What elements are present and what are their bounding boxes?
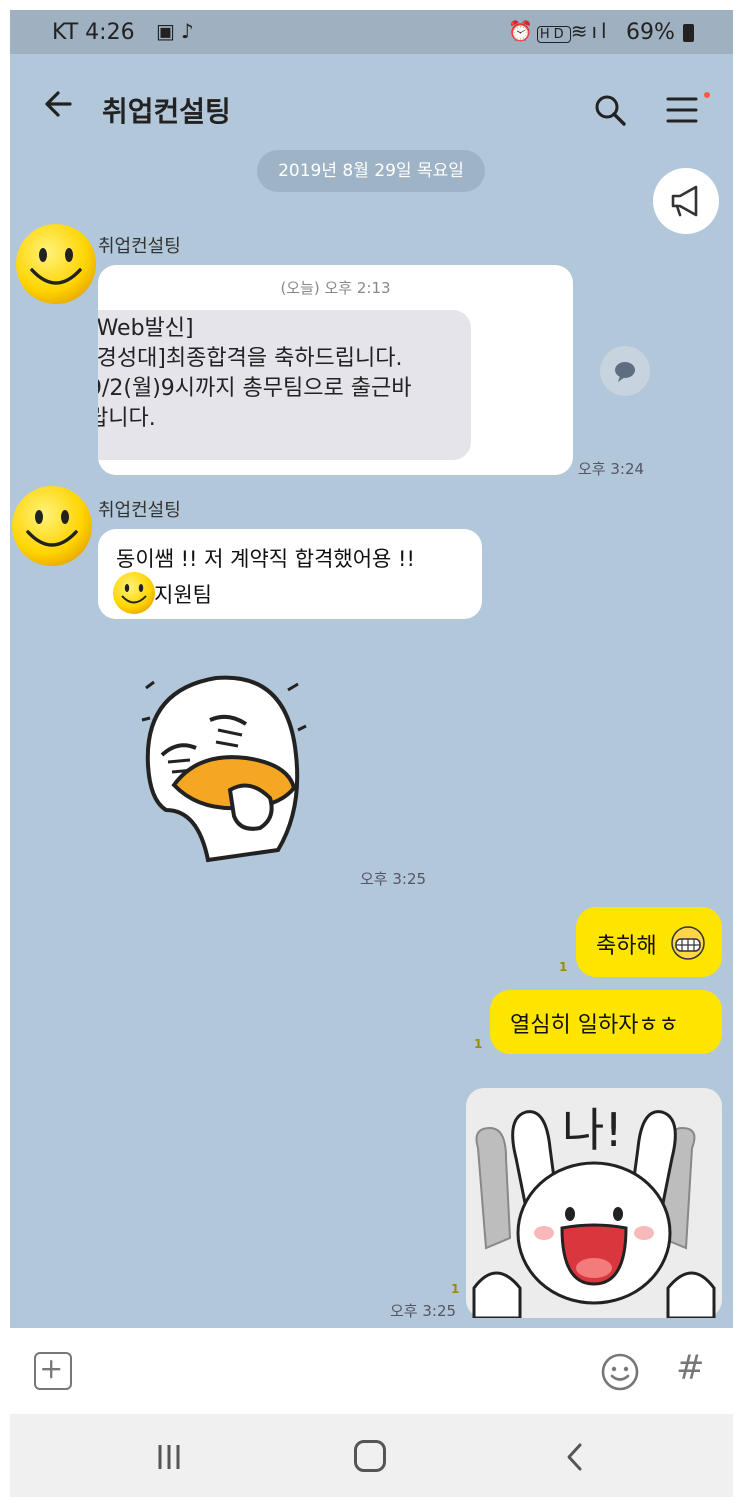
- status-bar: KT 4:26 ▣♪ ⏰ HD ≋ıl 69%: [10, 10, 733, 54]
- hashtag-button[interactable]: #: [676, 1348, 705, 1388]
- search-icon[interactable]: [592, 92, 628, 128]
- sender-avatar[interactable]: [14, 222, 98, 306]
- hamburger-menu-icon[interactable]: [664, 92, 700, 128]
- app-screen: KT 4:26 ▣♪ ⏰ HD ≋ıl 69% 취업컨설팅 2019년 8월 29일…: [10, 10, 733, 1497]
- system-navigation-bar: [10, 1414, 733, 1497]
- message-text: 동이쌤 !! 저 계약직 합격했어용 !!: [116, 547, 415, 571]
- menu-notification-dot: [704, 92, 710, 98]
- hd-icon: HD: [536, 26, 571, 43]
- status-time: KT 4:26: [52, 20, 135, 45]
- wifi-icon: ≋: [570, 19, 592, 43]
- my-message-bubble[interactable]: 열심히 일하자ㅎㅎ: [490, 990, 722, 1054]
- message-input-bar: #: [10, 1328, 733, 1414]
- alarm-icon: ⏰: [508, 19, 537, 43]
- sender-name: 취업컨설팅: [98, 500, 181, 521]
- date-divider: 2019년 8월 29일 목요일: [257, 150, 485, 192]
- text-message-bubble[interactable]: 동이쌤 !! 저 계약직 합격했어용 !! 지원팀: [98, 529, 482, 619]
- cheering-character-sticker[interactable]: 나!: [466, 1088, 722, 1318]
- crying-character-sticker[interactable]: [138, 660, 308, 865]
- tiktok-icon: ♪: [180, 19, 200, 43]
- gallery-icon: ▣: [156, 19, 181, 43]
- sender-avatar[interactable]: [10, 484, 94, 568]
- sms-line: 랍니다.: [98, 406, 156, 431]
- arrow-left-icon[interactable]: [40, 84, 80, 124]
- sms-line: [Web발신]: [98, 316, 194, 341]
- comment-button[interactable]: [600, 346, 650, 396]
- battery-percent: 69%: [626, 20, 675, 45]
- smiley-emoji-icon: [113, 572, 155, 614]
- message-text: 지원팀: [154, 583, 212, 607]
- sms-line: [경성대]최종합격을 축하드립니다.: [98, 346, 403, 371]
- chat-title: 취업컨설팅: [102, 95, 231, 128]
- notification-icons: ▣♪: [156, 19, 200, 43]
- message-text: 축하해: [596, 934, 657, 959]
- sticker-text: 나!: [562, 1103, 623, 1157]
- back-icon[interactable]: [560, 1440, 590, 1474]
- plus-icon[interactable]: [34, 1352, 72, 1390]
- unread-count: 1: [451, 1282, 460, 1296]
- message-text: 열심히 일하자ㅎㅎ: [510, 1013, 679, 1038]
- sms-timestamp: (오늘) 오후 2:13: [280, 279, 391, 297]
- plus-glyph: [41, 1359, 61, 1379]
- sms-content: [Web발신] [경성대]최종합격을 축하드립니다. 9/2(월)9시까지 총무…: [98, 310, 471, 460]
- forwarded-sms-bubble[interactable]: (오늘) 오후 2:13 [Web발신] [경성대]최종합격을 축하드립니다. …: [98, 265, 573, 475]
- emoji-icon[interactable]: [600, 1352, 640, 1392]
- message-time: 오후 3:25: [360, 870, 427, 888]
- sender-name: 취업컨설팅: [98, 236, 181, 257]
- system-icons: ⏰ HD ≋ıl: [508, 19, 611, 43]
- chat-header: 취업컨설팅: [10, 54, 733, 154]
- message-time: 오후 3:24: [578, 460, 645, 478]
- message-time: 오후 3:25: [390, 1302, 457, 1320]
- announcement-button[interactable]: [653, 168, 719, 234]
- battery-icon: [683, 24, 694, 42]
- unread-count: 1: [474, 1037, 483, 1051]
- home-icon[interactable]: [354, 1440, 386, 1472]
- sms-line: 9/2(월)9시까지 총무팀으로 출근바: [98, 376, 412, 401]
- recent-apps-icon[interactable]: [152, 1442, 186, 1472]
- unread-count: 1: [559, 960, 568, 974]
- my-message-bubble[interactable]: 축하해: [576, 907, 722, 977]
- signal-icon: ıl: [591, 19, 611, 43]
- megaphone-icon: [671, 185, 698, 217]
- grinning-emoji-icon: [671, 926, 705, 960]
- speech-bubble-icon: [615, 362, 635, 382]
